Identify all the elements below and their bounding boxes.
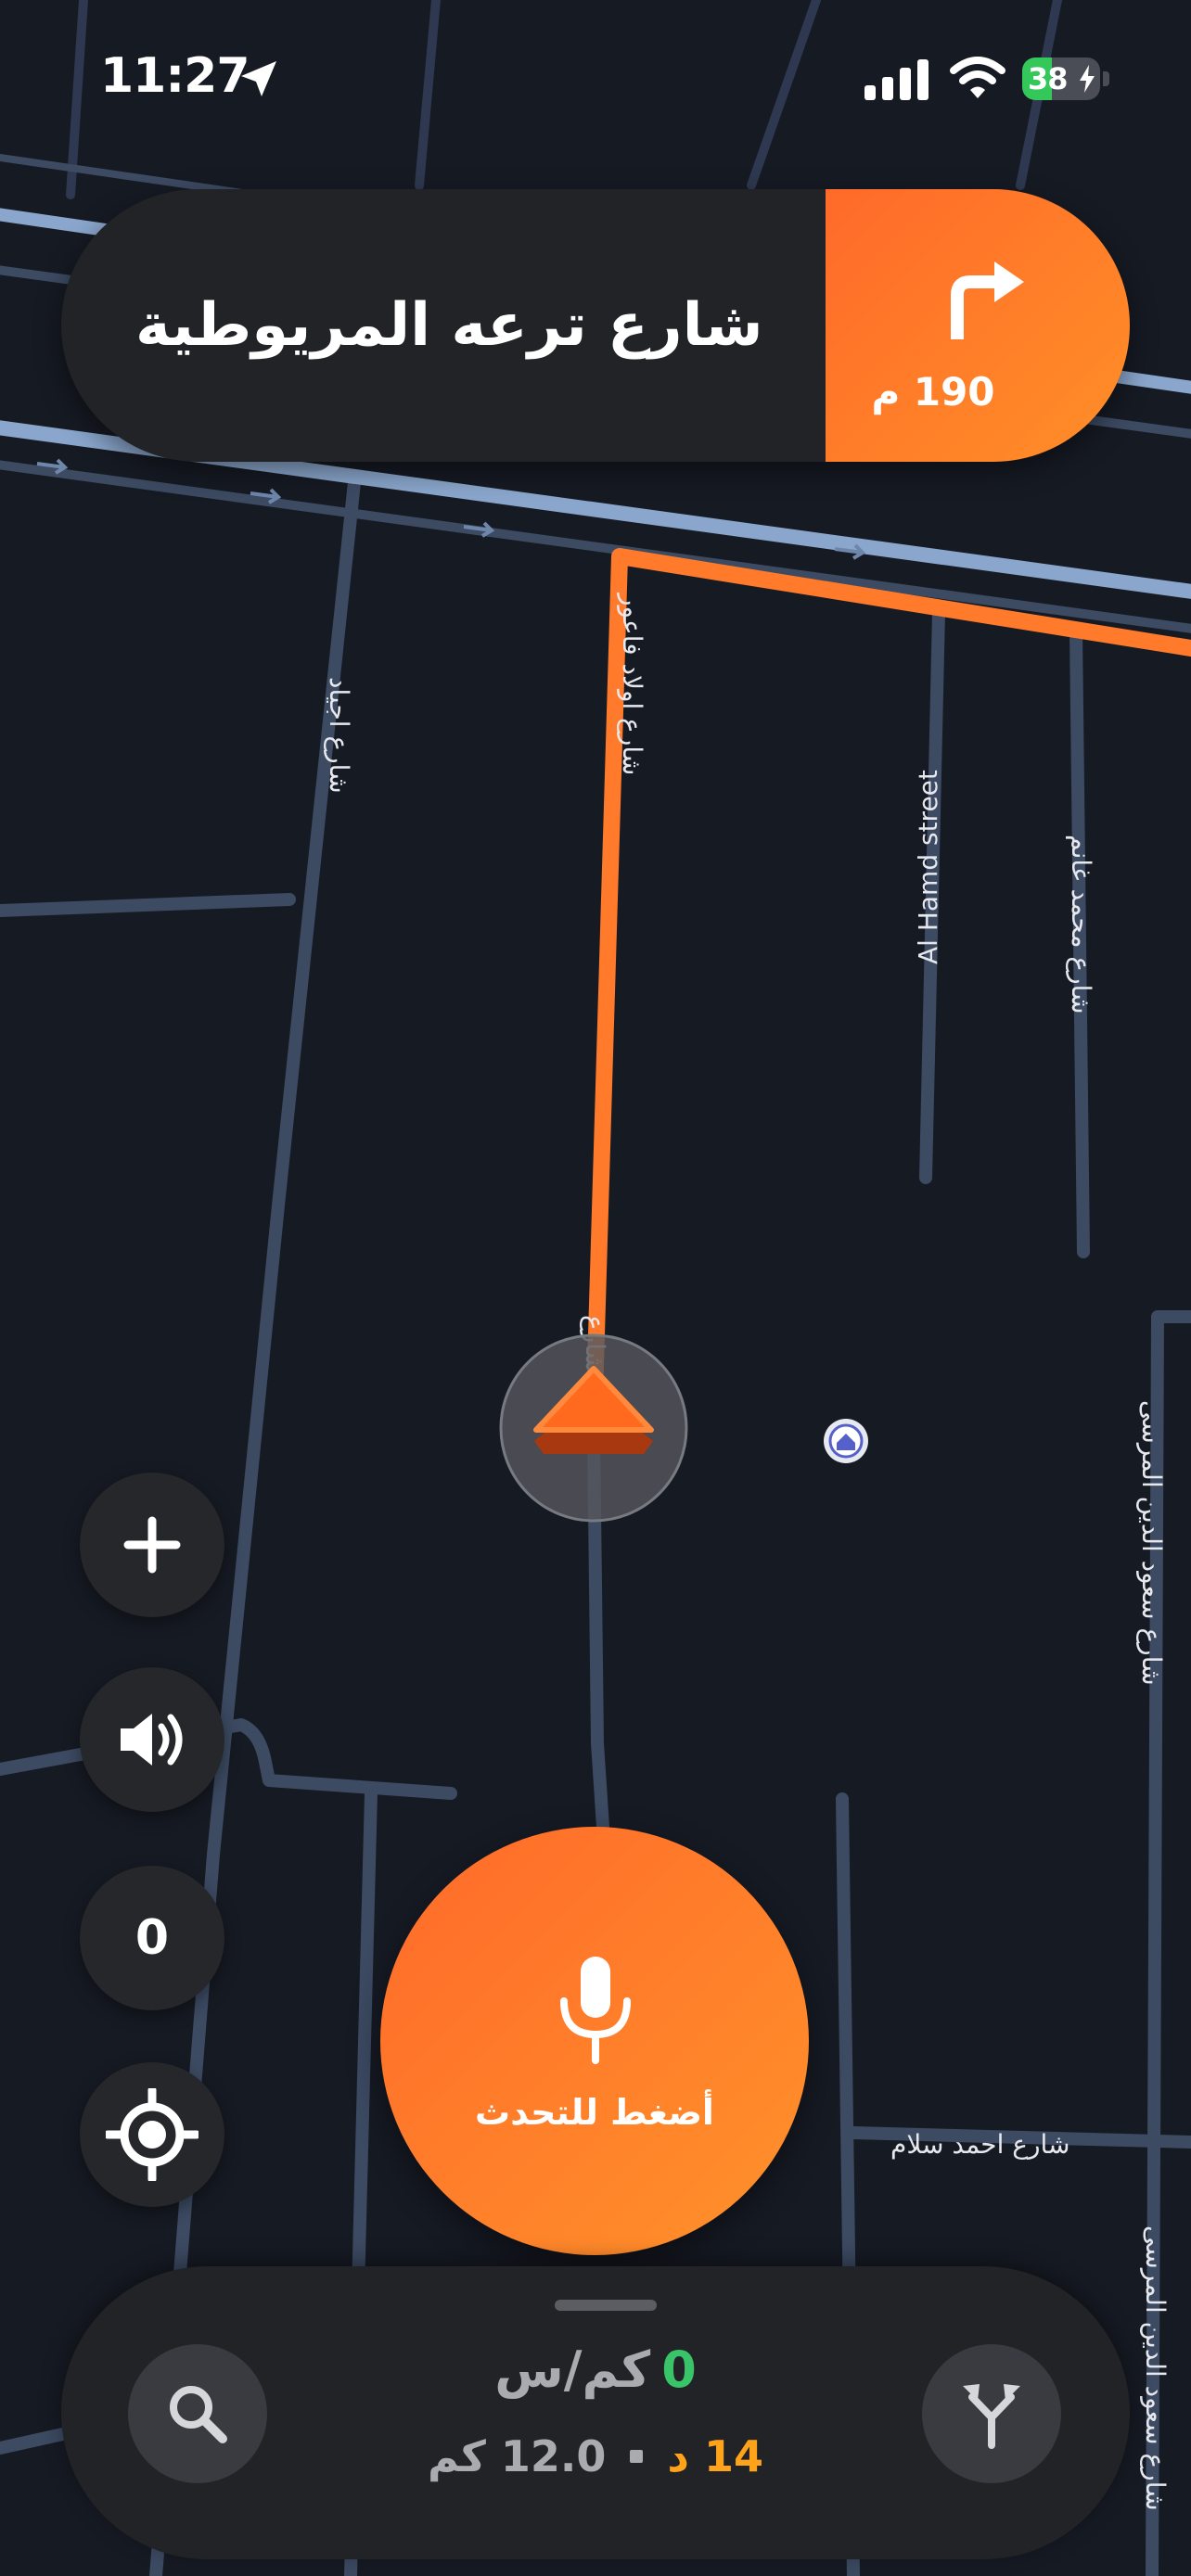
trip-panel[interactable]: 0 كم/س 14 د 12.0 كم: [61, 2266, 1130, 2559]
eta-time: 14 د: [667, 2431, 763, 2481]
alternative-routes-button[interactable]: [922, 2344, 1061, 2483]
status-time: 11:27: [100, 48, 250, 104]
battery-charging-icon: 38: [1022, 57, 1111, 100]
report-counter-value: 0: [134, 1910, 170, 1966]
location-arrow-icon: [241, 61, 276, 96]
home-pin-icon[interactable]: [824, 1419, 868, 1463]
charging-bolt-icon: [1080, 65, 1095, 93]
plus-icon: [123, 1516, 181, 1574]
trip-summary: 14 د 12.0 كم: [339, 2431, 852, 2481]
wifi-icon: [950, 57, 1005, 98]
remaining-distance: 12.0 كم: [428, 2431, 607, 2481]
navigation-screen: شارع اولاد فاعور شارع اجياد Al Hamd stre…: [0, 0, 1191, 2576]
status-bar: 11:27 38: [0, 0, 1191, 158]
recenter-button[interactable]: [80, 2062, 224, 2207]
search-button[interactable]: [128, 2344, 267, 2483]
crosshair-icon: [106, 2088, 198, 2181]
battery-percent: 38: [1028, 61, 1069, 96]
turn-indicator: 190 م: [826, 189, 1130, 462]
street-label-awlad-faour: شارع اولاد فاعور: [617, 592, 647, 775]
current-position-marker: [499, 1333, 688, 1523]
cellular-signal-icon: [864, 59, 928, 100]
turn-distance: 190 م: [871, 369, 995, 414]
street-label-ahmed-salam: شارع احمد سلام: [890, 2129, 1070, 2160]
street-label-al-hamd: Al Hamd street: [913, 770, 943, 964]
route-fork-icon: [963, 2384, 1020, 2449]
street-label-mohamed-ghanem: شارع محمد غانم: [1066, 835, 1096, 1014]
push-to-talk-label: أضغط للتحدث: [475, 2092, 714, 2133]
search-icon: [170, 2386, 227, 2443]
push-to-talk-button[interactable]: أضغط للتحدث: [380, 1827, 809, 2255]
street-label-saud-aldin-lower: شارع سعود الدين المرسى: [1140, 2225, 1171, 2511]
drag-handle[interactable]: [555, 2300, 657, 2311]
speed-unit: كم/س: [494, 2340, 651, 2399]
street-label-saud-aldin: شارع سعود الدين المرسى: [1136, 1400, 1167, 1686]
speed-readout: 0 كم/س: [339, 2340, 852, 2399]
speaker-icon: [121, 1714, 183, 1766]
next-street-name: شارع ترعه المريوطية: [135, 291, 763, 360]
zoom-in-button[interactable]: [80, 1473, 224, 1617]
street-label-ijad: شارع اجياد: [324, 677, 354, 794]
report-counter-button[interactable]: 0: [80, 1866, 224, 2010]
microphone-icon: [560, 1957, 631, 2064]
turn-right-icon: [951, 261, 1024, 339]
volume-button[interactable]: [80, 1667, 224, 1812]
instruction-banner[interactable]: شارع ترعه المريوطية 190 م: [61, 189, 1130, 462]
separator-dot: [630, 2450, 644, 2463]
speed-value: 0: [661, 2340, 697, 2399]
